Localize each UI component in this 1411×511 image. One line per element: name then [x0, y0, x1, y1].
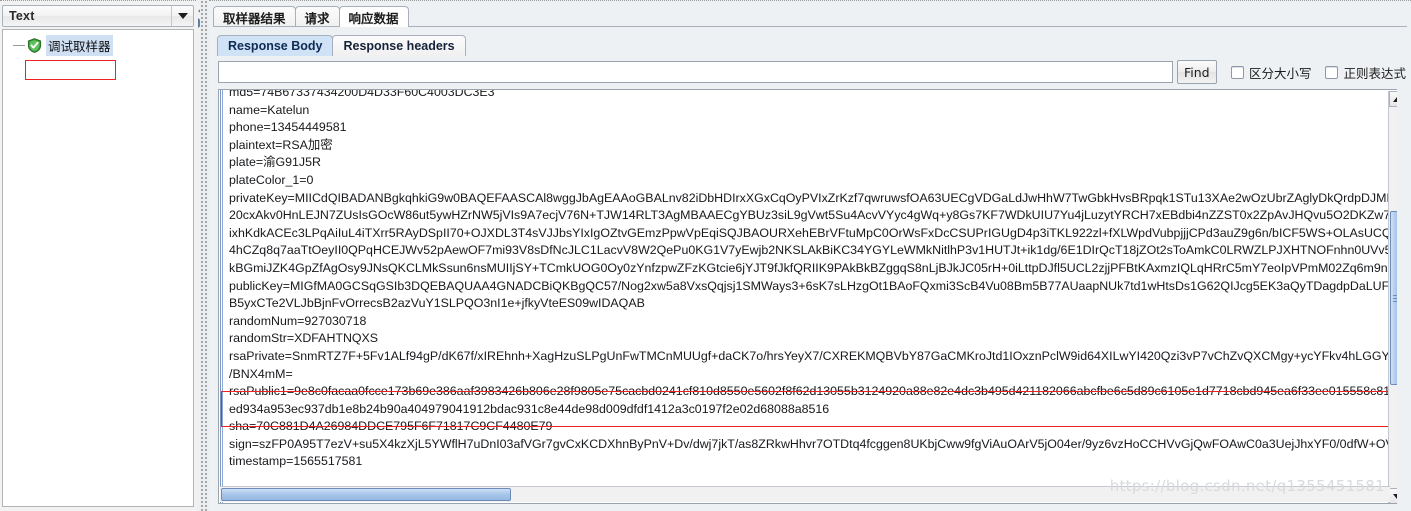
response-line: B5yxCTe2VLJbBjnFvOrrecsB2azVuY1SLPQO3nI1… — [229, 296, 645, 311]
response-line: kBGmiJZK4GpZfAgOsy9JNsQKCLMkSsun6nsMUIIj… — [229, 260, 1406, 275]
response-line: privateKey=MIICdQIBADANBgkqhkiG9w0BAQEFA… — [229, 190, 1406, 205]
find-input[interactable] — [218, 61, 1173, 83]
left-panel: Text 调试取样器 — [0, 0, 209, 511]
response-line: md5=74B67337434200D4D33F60C4003DC3E3 — [229, 89, 495, 99]
response-body-text[interactable]: md5=74B67337434200D4D33F60C4003DC3E3 name… — [229, 89, 1406, 471]
response-line: phone=13454449581 — [229, 120, 347, 135]
response-line: rsaPublic1=9e8c0facaa0fcce173b69e386aaf3… — [229, 384, 1398, 399]
sampler-result-tabs: 取样器结果 请求 响应数据 — [213, 5, 409, 27]
response-line: plate=渝G91J5R — [229, 155, 321, 170]
response-subtabs: Response Body Response headers — [217, 34, 466, 56]
response-line: plateColor_1=0 — [229, 172, 314, 187]
tab-sampler-result[interactable]: 取样器结果 — [213, 6, 296, 27]
response-line: randomStr=XDFAHTNQXS — [229, 331, 379, 346]
find-button-label: Find — [1184, 64, 1210, 80]
tab-response-data[interactable]: 响应数据 — [338, 6, 409, 27]
response-line: 4hCZq8q7aaTtOeyII0QPqHCEJWv52pAewOF7mi93… — [229, 243, 1406, 258]
tab-sampler-result-label: 取样器结果 — [223, 10, 286, 26]
match-case-checkbox-box[interactable] — [1230, 65, 1244, 79]
outer-right-strip — [1397, 87, 1411, 507]
response-line: timestamp=1565517581 — [229, 454, 363, 469]
response-type-value: Text — [9, 9, 35, 23]
jmeter-window: Text 调试取样器 取样器结果 请求 响应数据 Response Body R… — [0, 0, 1411, 511]
response-line: sha=70C881D4A26984DDCE795F6F71817C9CF448… — [229, 419, 553, 434]
response-horizontal-scrollbar[interactable] — [220, 486, 1390, 502]
tab-response-body[interactable]: Response Body — [217, 35, 334, 56]
tab-request-label: 请求 — [304, 10, 330, 26]
response-body-viewer[interactable]: md5=74B67337434200D4D33F60C4003DC3E3 name… — [218, 89, 1406, 504]
response-line: randomNum=927030718 — [229, 313, 367, 328]
horizontal-scroll-thumb[interactable] — [221, 488, 511, 501]
tab-request[interactable]: 请求 — [294, 6, 340, 27]
response-line: ed934a953ec937db1e8b24b90a404979041912bd… — [229, 401, 830, 416]
response-line: /BNX4mM= — [229, 366, 293, 381]
find-button[interactable]: Find — [1176, 60, 1217, 84]
response-type-combobox[interactable]: Text — [2, 5, 194, 27]
tab-response-headers-label: Response headers — [343, 39, 455, 53]
regex-label: 正则表达式 — [1343, 65, 1406, 81]
tree-node-debug-sampler[interactable]: 调试取样器 — [13, 34, 113, 56]
tree-node-highlight-annotation — [25, 60, 116, 80]
regex-checkbox-box[interactable] — [1325, 65, 1339, 79]
response-line: 20cxAkv0HnLEJN7ZUsIsGOcW86ut5ywHZrNW5jVI… — [229, 208, 1406, 223]
chevron-down-icon[interactable] — [171, 6, 193, 26]
tab-response-headers[interactable]: Response headers — [332, 35, 466, 56]
response-line: plaintext=RSA加密 — [229, 137, 333, 152]
response-line: publicKey=MIGfMA0GCSqGSIb3DQEBAQUAA4GNAD… — [229, 278, 1406, 293]
tree-elbow-line — [13, 44, 25, 46]
green-shield-check-icon — [27, 37, 42, 53]
tab-response-data-label: 响应数据 — [348, 10, 399, 26]
right-panel: 取样器结果 请求 响应数据 Response Body Response hea… — [209, 0, 1411, 511]
match-case-label: 区分大小写 — [1248, 65, 1312, 81]
regex-checkbox[interactable]: 正则表达式 — [1325, 63, 1406, 82]
tab-response-body-label: Response Body — [228, 39, 323, 53]
result-tree-panel[interactable]: 调试取样器 — [2, 29, 194, 507]
response-line: rsaPrivate=SnmRTZ7F+5Fv1ALf94gP/dK67f/xI… — [229, 348, 1406, 363]
response-line: name=Katelun — [229, 102, 310, 117]
response-line: sign=szFP0A95T7ezV+su5X4kzXjL5YWflH7uDnI… — [229, 436, 1406, 451]
tree-node-label: 调试取样器 — [46, 34, 113, 56]
panel-splitter[interactable] — [200, 0, 209, 511]
find-bar: Find 区分大小写 正则表达式 — [218, 57, 1406, 87]
response-line: ixhKdkACEc3LPqAiIuL4iTXrr5RAyDSpII70+OJX… — [229, 225, 1406, 240]
match-case-checkbox[interactable]: 区分大小写 — [1230, 63, 1312, 82]
text-margin-stripes — [219, 90, 226, 503]
